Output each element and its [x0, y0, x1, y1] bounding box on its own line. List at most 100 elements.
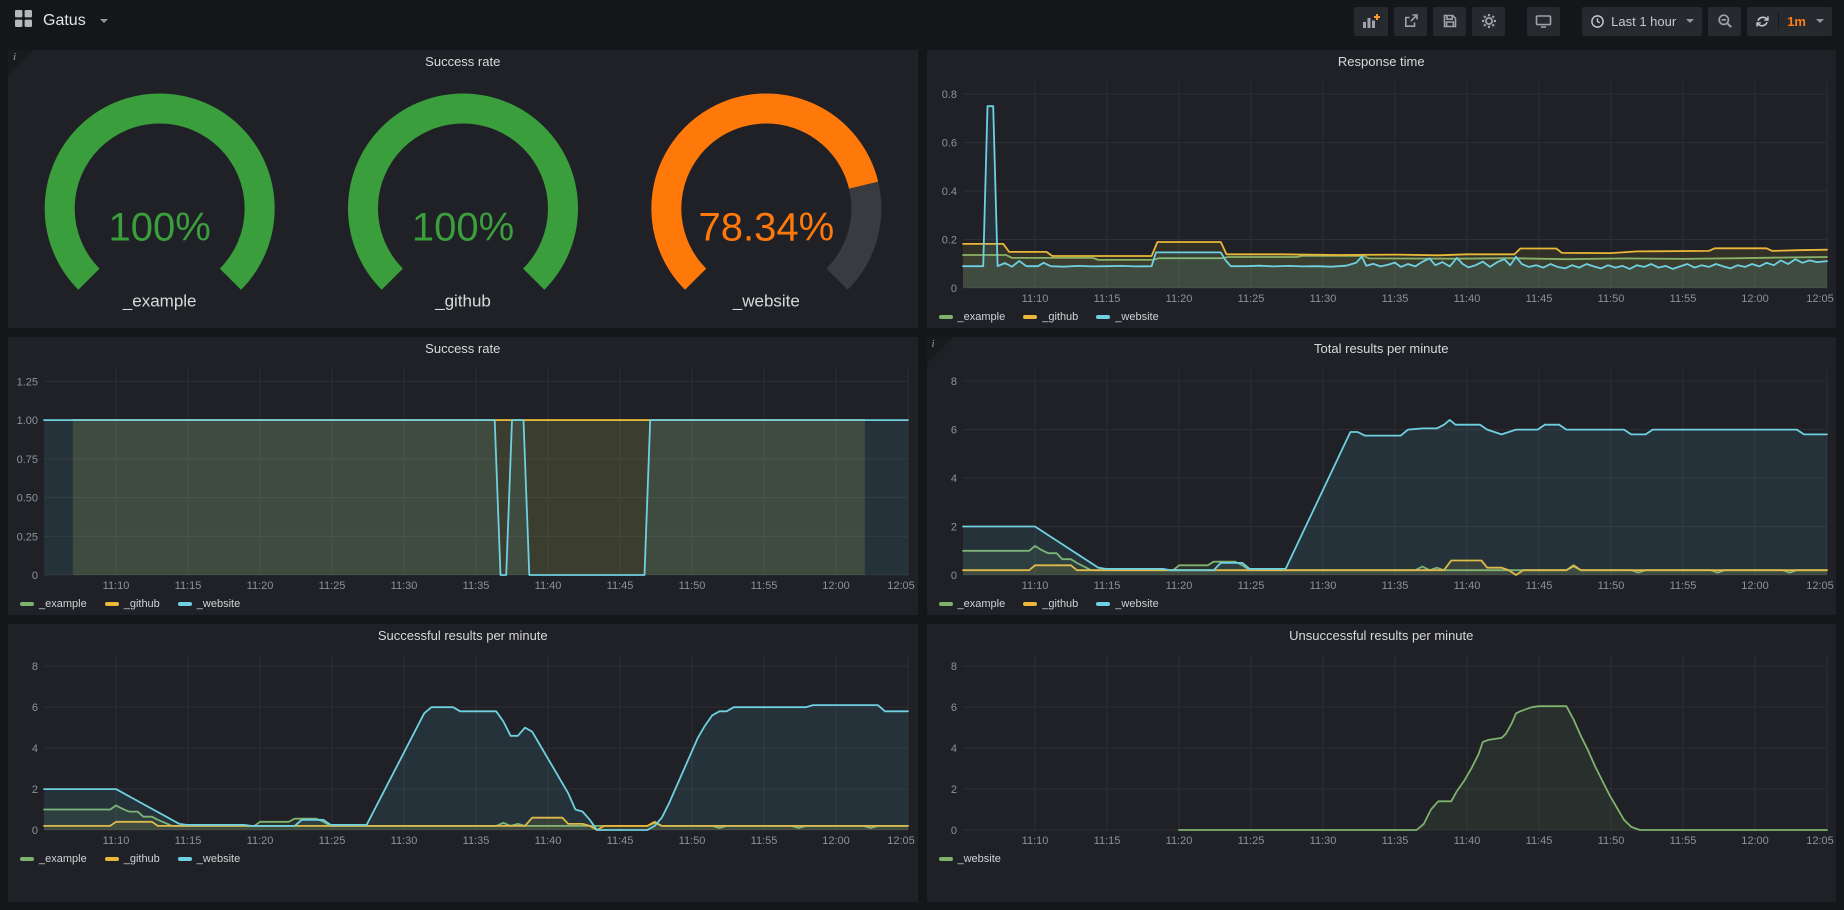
legend-item-_example[interactable]: _example: [20, 598, 87, 610]
svg-text:11:10: 11:10: [103, 580, 130, 592]
gauge-value: 100%: [109, 205, 211, 249]
panel-info-icon[interactable]: i: [8, 50, 34, 76]
gauge-canvas[interactable]: 100%_example100%_github78.34%_website: [8, 74, 918, 312]
time-range-label: Last 1 hour: [1611, 14, 1676, 29]
chart-canvas[interactable]: 00.20.40.60.811:1011:1511:2011:2511:3011…: [927, 74, 1837, 306]
panel-title[interactable]: Total results per minute: [927, 337, 1837, 361]
panel-title[interactable]: Success rate: [8, 337, 918, 361]
line-chart[interactable]: 00.20.40.60.811:1011:1511:2011:2511:3011…: [927, 74, 1837, 306]
svg-text:11:20: 11:20: [1165, 835, 1192, 847]
legend-item-_website[interactable]: _website: [178, 853, 240, 865]
svg-text:11:55: 11:55: [1669, 293, 1696, 305]
legend-item-_github[interactable]: _github: [1023, 311, 1078, 323]
axis-labels: 0246811:1011:1511:2011:2511:3011:3511:40…: [950, 661, 1833, 847]
svg-text:11:10: 11:10: [103, 835, 130, 847]
svg-text:0.8: 0.8: [941, 89, 956, 101]
series-_website: [44, 705, 908, 830]
legend-item-_example[interactable]: _example: [20, 853, 87, 865]
legend-swatch-icon: [20, 602, 34, 606]
svg-text:11:50: 11:50: [1597, 580, 1624, 592]
gauge-label: _example: [122, 291, 197, 310]
svg-text:11:25: 11:25: [1237, 293, 1264, 305]
settings-button[interactable]: [1472, 7, 1505, 36]
gauge-value: 78.34%: [698, 205, 834, 249]
svg-text:0: 0: [950, 825, 956, 837]
legend-item-_github[interactable]: _github: [105, 853, 160, 865]
svg-text:11:15: 11:15: [1093, 293, 1120, 305]
panel-title[interactable]: Unsuccessful results per minute: [927, 624, 1837, 648]
legend-item-_website[interactable]: _website: [1096, 311, 1158, 323]
svg-text:2: 2: [950, 522, 956, 534]
legend-label: _example: [39, 853, 87, 865]
legend-label: _github: [1042, 311, 1078, 323]
legend-swatch-icon: [939, 857, 953, 861]
line-chart[interactable]: 0246811:1011:1511:2011:2511:3011:3511:40…: [927, 361, 1837, 593]
svg-text:11:45: 11:45: [1525, 293, 1552, 305]
chart-legend: _example _github _website: [927, 306, 1837, 325]
line-chart[interactable]: 0246811:1011:1511:2011:2511:3011:3511:40…: [927, 648, 1837, 848]
refresh-picker[interactable]: 1m: [1747, 7, 1832, 36]
panel-title[interactable]: Successful results per minute: [8, 624, 918, 648]
legend-item-_example[interactable]: _example: [939, 311, 1006, 323]
share-button[interactable]: [1394, 7, 1427, 36]
legend-label: _website: [958, 853, 1001, 865]
svg-text:1.25: 1.25: [17, 376, 38, 388]
dashboards-grid-icon[interactable]: [14, 9, 33, 33]
chart-legend: _example _github _website: [927, 593, 1837, 612]
tv-mode-icon: [1535, 13, 1552, 29]
legend-item-_website[interactable]: _website: [178, 598, 240, 610]
svg-text:11:30: 11:30: [391, 580, 418, 592]
svg-text:8: 8: [950, 661, 956, 673]
svg-text:11:40: 11:40: [535, 580, 562, 592]
svg-text:2: 2: [32, 784, 38, 796]
chart-legend: _example _github _website: [8, 848, 918, 867]
panel-title[interactable]: Response time: [927, 50, 1837, 74]
svg-text:11:20: 11:20: [247, 835, 274, 847]
svg-text:11:40: 11:40: [535, 835, 562, 847]
chart-canvas[interactable]: 0246811:1011:1511:2011:2511:3011:3511:40…: [927, 648, 1837, 848]
panel-title[interactable]: Success rate: [8, 50, 918, 74]
zoom-out-button[interactable]: [1708, 7, 1741, 36]
legend-item-_website[interactable]: _website: [939, 853, 1001, 865]
refresh-caret-icon: [1816, 19, 1824, 23]
zoom-out-icon: [1717, 13, 1733, 29]
dashboard-title[interactable]: Gatus: [43, 12, 86, 30]
chart-canvas[interactable]: 0246811:1011:1511:2011:2511:3011:3511:40…: [8, 648, 918, 848]
chart-canvas[interactable]: 00.250.500.751.001.2511:1011:1511:2011:2…: [8, 361, 918, 593]
legend-item-_example[interactable]: _example: [939, 598, 1006, 610]
svg-text:8: 8: [32, 661, 38, 673]
settings-gear-icon: [1481, 13, 1497, 29]
legend-swatch-icon: [1096, 602, 1110, 606]
svg-text:12:05: 12:05: [1806, 835, 1834, 847]
add-panel-button[interactable]: [1354, 7, 1388, 36]
legend-item-_github[interactable]: _github: [105, 598, 160, 610]
legend-label: _website: [1115, 311, 1158, 323]
svg-text:11:20: 11:20: [1165, 580, 1192, 592]
svg-text:11:55: 11:55: [751, 580, 778, 592]
svg-text:0: 0: [32, 825, 38, 837]
legend-item-_website[interactable]: _website: [1096, 598, 1158, 610]
panel-info-icon[interactable]: i: [927, 337, 953, 363]
panel-response-time: Response time 00.20.40.60.811:1011:1511:…: [927, 50, 1837, 328]
svg-text:11:30: 11:30: [391, 835, 418, 847]
legend-item-_github[interactable]: _github: [1023, 598, 1078, 610]
legend-label: _github: [124, 598, 160, 610]
svg-text:11:35: 11:35: [463, 835, 490, 847]
gauge-chart[interactable]: 100%_example100%_github78.34%_website: [8, 74, 918, 312]
legend-label: _website: [197, 853, 240, 865]
tv-mode-button[interactable]: [1527, 7, 1560, 36]
save-button[interactable]: [1433, 7, 1466, 36]
save-icon: [1442, 13, 1458, 29]
svg-text:11:35: 11:35: [1381, 835, 1408, 847]
svg-text:12:05: 12:05: [1806, 580, 1834, 592]
series-_website: [963, 420, 1827, 575]
line-chart[interactable]: 00.250.500.751.001.2511:1011:1511:2011:2…: [8, 361, 918, 593]
dashboard-dropdown-caret-icon[interactable]: [100, 19, 108, 23]
time-range-picker[interactable]: Last 1 hour: [1582, 7, 1702, 36]
legend-swatch-icon: [1023, 602, 1037, 606]
chart-canvas[interactable]: 0246811:1011:1511:2011:2511:3011:3511:40…: [927, 361, 1837, 593]
gauge-_github: 100%_github: [363, 108, 563, 310]
svg-text:6: 6: [950, 425, 956, 437]
legend-swatch-icon: [178, 602, 192, 606]
line-chart[interactable]: 0246811:1011:1511:2011:2511:3011:3511:40…: [8, 648, 918, 848]
